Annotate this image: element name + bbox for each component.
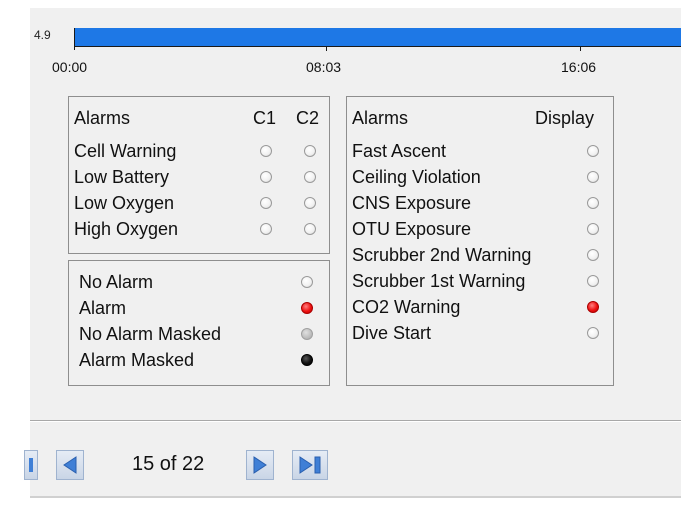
c2-low-battery-indicator xyxy=(304,171,316,183)
display-label-otu-exposure: OTU Exposure xyxy=(352,219,472,239)
display-label-ceiling-violation: Ceiling Violation xyxy=(352,167,481,187)
display-label-cns-exposure: CNS Exposure xyxy=(352,193,472,213)
scrubber-2nd-warning-indicator xyxy=(587,249,599,261)
alarm-label-low-battery: Low Battery xyxy=(74,167,170,187)
legend-label-no-alarm-masked: No Alarm Masked xyxy=(79,324,222,344)
display-alarms-header: Alarms xyxy=(352,108,409,128)
alarms-display-panel: Alarms Display Fast Ascent Ceiling Viola… xyxy=(346,96,614,386)
display-label-scrubber-1st-warning: Scrubber 1st Warning xyxy=(352,271,526,291)
no-alarm-masked-indicator xyxy=(301,328,313,340)
last-page-icon xyxy=(299,456,321,474)
legend-label-alarm-masked: Alarm Masked xyxy=(79,350,195,370)
c2-cell-warning-indicator xyxy=(304,145,316,157)
first-page-icon xyxy=(29,458,33,472)
next-icon xyxy=(253,456,267,474)
cns-exposure-indicator xyxy=(587,197,599,209)
time-label-mid: 08:03 xyxy=(306,59,342,75)
dive-log-window: 4.9 00:00 08:03 16:06 Alarms C1 C2 Cell … xyxy=(24,8,681,498)
axis-tick xyxy=(580,46,581,51)
ceiling-violation-indicator xyxy=(587,171,599,183)
alarm-label-low-oxygen: Low Oxygen xyxy=(74,193,175,213)
legend-panel: No Alarm Alarm No Alarm Masked Alarm Mas… xyxy=(68,260,330,386)
previous-page-button[interactable] xyxy=(56,450,84,480)
dive-start-indicator xyxy=(587,327,599,339)
page-indicator: 15 of 22 xyxy=(132,453,205,475)
axis-tick xyxy=(326,46,327,51)
co2-warning-indicator xyxy=(587,301,599,313)
first-page-button[interactable] xyxy=(24,450,38,480)
last-page-button[interactable] xyxy=(292,450,328,480)
otu-exposure-indicator xyxy=(587,223,599,235)
y-axis-label: 4.9 xyxy=(34,28,51,42)
c2-high-oxygen-indicator xyxy=(304,223,316,235)
time-label-end: 16:06 xyxy=(561,59,597,75)
c2-header: C2 xyxy=(296,108,320,128)
c1-low-oxygen-indicator xyxy=(260,197,272,209)
c1-low-battery-indicator xyxy=(260,171,272,183)
bottom-edge xyxy=(30,496,681,498)
alarm-masked-indicator xyxy=(301,354,313,366)
axis-tick xyxy=(74,28,75,50)
scrubber-1st-warning-indicator xyxy=(587,275,599,287)
display-label-co2-warning: CO2 Warning xyxy=(352,297,461,317)
c1-cell-warning-indicator xyxy=(260,145,272,157)
no-alarm-indicator xyxy=(301,276,313,288)
alarm-label-cell-warning: Cell Warning xyxy=(74,141,177,161)
time-label-start: 00:00 xyxy=(52,59,88,75)
alarms-channel-panel: Alarms C1 C2 Cell Warning Low Battery Lo… xyxy=(68,96,330,254)
alarm-indicator xyxy=(301,302,313,314)
navigation-separator-highlight xyxy=(30,421,681,422)
c1-high-oxygen-indicator xyxy=(260,223,272,235)
c1-header: C1 xyxy=(253,108,277,128)
display-label-scrubber-2nd-warning: Scrubber 2nd Warning xyxy=(352,245,532,265)
legend-label-no-alarm: No Alarm xyxy=(79,272,154,292)
display-header: Display xyxy=(535,108,595,128)
display-label-fast-ascent: Fast Ascent xyxy=(352,141,447,161)
display-label-dive-start: Dive Start xyxy=(352,323,432,343)
next-page-button[interactable] xyxy=(246,450,274,480)
fast-ascent-indicator xyxy=(587,145,599,157)
legend-label-alarm: Alarm xyxy=(79,298,127,318)
c2-low-oxygen-indicator xyxy=(304,197,316,209)
alarm-label-high-oxygen: High Oxygen xyxy=(74,219,179,239)
alarms-header: Alarms xyxy=(74,108,131,128)
previous-icon xyxy=(63,456,77,474)
screenshot-frame: 4.9 00:00 08:03 16:06 Alarms C1 C2 Cell … xyxy=(0,0,681,510)
time-axis xyxy=(74,46,681,47)
timeline-bar[interactable] xyxy=(74,28,681,46)
